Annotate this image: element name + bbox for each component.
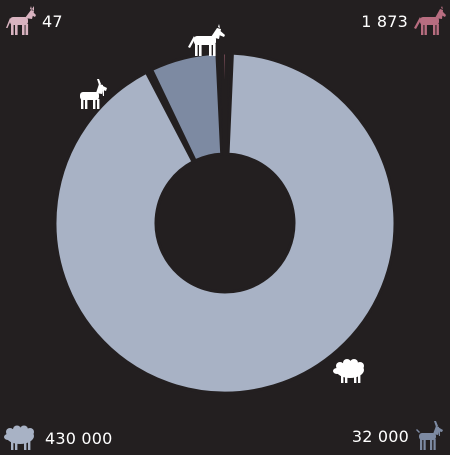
horse-slice-icon xyxy=(188,24,225,56)
legend-donkey: 47 xyxy=(3,6,63,36)
legend-horse: 1 873 xyxy=(361,6,447,36)
donkey-icon xyxy=(6,6,36,35)
slice-horse xyxy=(221,51,228,156)
legend-sheep: 430 000 xyxy=(4,425,113,451)
horse-icon xyxy=(414,6,446,35)
legend-goat: 32 000 xyxy=(352,421,446,451)
sheep-icon xyxy=(4,425,34,450)
legend-sheep-value: 430 000 xyxy=(45,428,113,448)
goat-icon xyxy=(416,421,443,450)
legend-horse-value: 1 873 xyxy=(361,11,408,31)
donut-chart xyxy=(53,24,397,395)
legend-donkey-value: 47 xyxy=(42,11,63,31)
chart-canvas: 47 1 873 430 000 32 000 xyxy=(0,0,450,455)
sheep-slice-icon xyxy=(333,359,364,383)
legend-goat-value: 32 000 xyxy=(351,426,409,446)
